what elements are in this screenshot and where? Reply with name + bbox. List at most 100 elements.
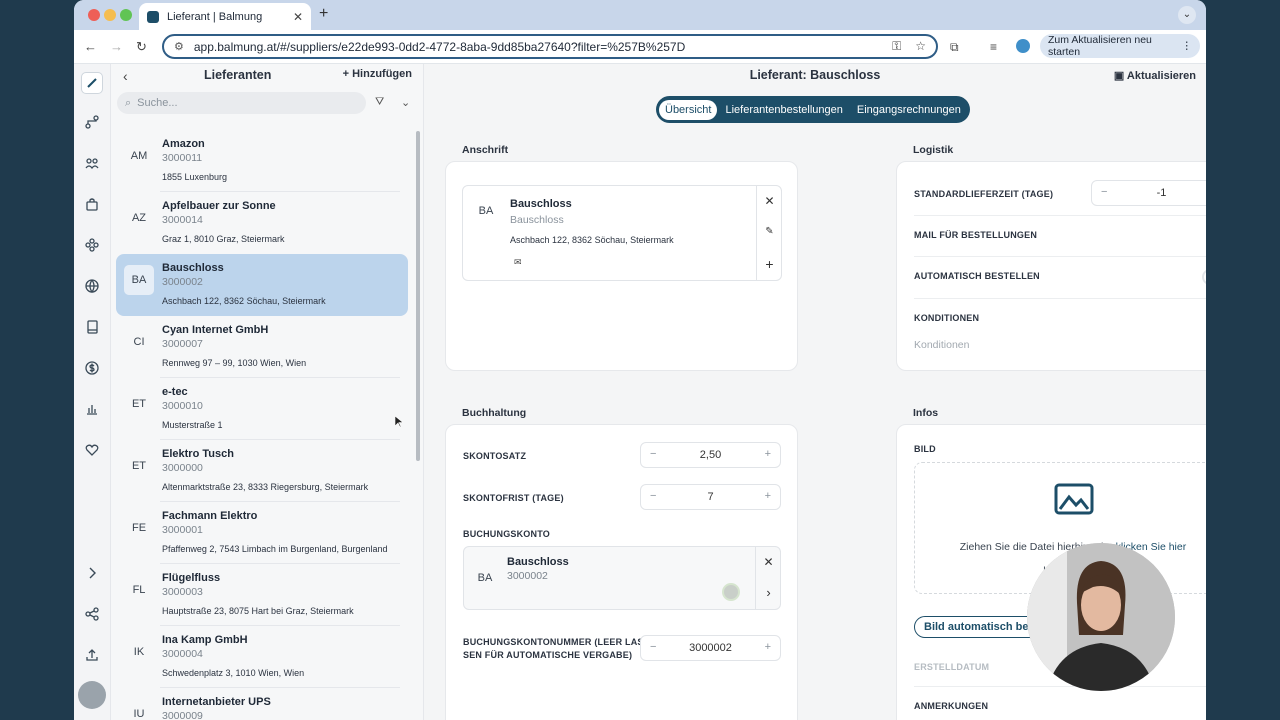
- expand-chevron-icon[interactable]: [82, 563, 102, 583]
- plus-icon[interactable]: +: [765, 641, 771, 653]
- key-icon[interactable]: ⚿: [892, 39, 901, 54]
- item-abbr: ET: [131, 398, 147, 410]
- close-window-button[interactable]: [88, 9, 100, 21]
- tab-title: Lieferant | Balmung: [167, 10, 263, 23]
- maximize-window-button[interactable]: [120, 9, 132, 21]
- item-number: 3000004: [162, 648, 203, 660]
- url-text: app.balmung.at/#/suppliers/e22de993-0dd2…: [193, 39, 686, 54]
- refresh-label: Aktualisieren: [1126, 70, 1196, 82]
- refresh-button[interactable]: ▣ Aktualisieren: [1114, 69, 1196, 82]
- item-address: Hauptstraße 23, 8075 Hart bei Graz, Stei…: [162, 606, 354, 616]
- kontonummer-stepper[interactable]: − 3000002 +: [640, 635, 781, 661]
- anmerkungen-label: ANMERKUNGEN: [914, 701, 989, 711]
- search-input[interactable]: ⌕ Suche...: [117, 92, 366, 114]
- list-item-selected[interactable]: BA Bauschloss 3000002 Aschbach 122, 8362…: [116, 254, 408, 316]
- heart-icon[interactable]: [82, 440, 102, 460]
- book-icon[interactable]: [82, 317, 102, 337]
- forward-icon[interactable]: →: [110, 39, 123, 54]
- chevron-down-icon[interactable]: ⌄: [401, 96, 410, 109]
- skontofrist-stepper[interactable]: − 7 +: [640, 484, 781, 510]
- list-item[interactable]: ET e-tec 3000010 Musterstraße 1: [116, 378, 408, 440]
- kontonummer-value: 3000002: [689, 642, 732, 654]
- add-supplier-label: Hinzufügen: [352, 68, 412, 80]
- reload-icon[interactable]: ↻: [136, 39, 147, 55]
- toggle-knob: [1204, 271, 1206, 283]
- anschrift-heading: Anschrift: [462, 144, 509, 156]
- share-icon[interactable]: [82, 604, 102, 624]
- browser-tab[interactable]: Lieferant | Balmung ✕: [139, 3, 311, 30]
- item-number: 3000014: [162, 214, 203, 226]
- list-item[interactable]: ET Elektro Tusch 3000000 Altenmarktstraß…: [116, 440, 408, 502]
- tab-close-icon[interactable]: ✕: [293, 10, 303, 24]
- workflow-icon[interactable]: [82, 112, 102, 132]
- minimize-window-button[interactable]: [104, 9, 116, 21]
- plus-icon[interactable]: +: [765, 448, 771, 460]
- buchhaltung-card: SKONTOSATZ − 2,50 + SKONTOFRIST (TAGE) −…: [445, 424, 798, 720]
- buchhaltung-heading: Buchhaltung: [462, 407, 527, 419]
- list-item[interactable]: AZ Apfelbauer zur Sonne 3000014 Graz 1, …: [116, 192, 408, 254]
- chevron-right-icon[interactable]: ›: [756, 585, 781, 600]
- item-number: 3000007: [162, 338, 203, 350]
- webcam-overlay: [1027, 543, 1175, 691]
- edit-icon[interactable]: ✎: [757, 226, 782, 237]
- skontosatz-stepper[interactable]: − 2,50 +: [640, 442, 781, 468]
- skontofrist-value: 7: [707, 491, 714, 503]
- extensions-icon[interactable]: ⧉: [950, 40, 959, 55]
- tab-uebersicht[interactable]: Übersicht: [659, 99, 718, 120]
- mail-icon[interactable]: ✉: [514, 257, 522, 268]
- close-icon[interactable]: ✕: [757, 194, 782, 208]
- item-number: 3000010: [162, 400, 203, 412]
- user-avatar[interactable]: [78, 681, 106, 709]
- list-item[interactable]: FE Fachmann Elektro 3000001 Pfaffenweg 2…: [116, 502, 408, 564]
- image-placeholder-icon: [1054, 483, 1094, 515]
- upload-icon[interactable]: [82, 645, 102, 665]
- list-header: ‹ Lieferanten + Hinzufügen: [111, 64, 424, 90]
- buchungskonto-label: BUCHUNGSKONTO: [463, 529, 550, 539]
- lieferzeit-label: STANDARDLIEFERZEIT (TAGE): [914, 189, 1054, 199]
- more-menu-icon[interactable]: ⋮: [1182, 40, 1193, 52]
- close-icon[interactable]: ✕: [756, 555, 781, 569]
- balmung-logo-icon[interactable]: [81, 72, 103, 94]
- list-scrollbar[interactable]: [416, 131, 420, 461]
- item-abbr: ET: [131, 460, 147, 472]
- page-title: Lieferant: Bauschloss: [749, 68, 881, 82]
- list-item[interactable]: IU Internetanbieter UPS 3000009: [116, 688, 408, 720]
- item-name: Cyan Internet GmbH: [162, 324, 269, 336]
- globe-icon[interactable]: [82, 276, 102, 296]
- contacts-icon[interactable]: [82, 153, 102, 173]
- back-icon[interactable]: ←: [84, 39, 97, 54]
- chevron-left-icon[interactable]: ‹: [123, 68, 128, 84]
- item-name: Flügelfluss: [162, 572, 221, 584]
- list-item[interactable]: CI Cyan Internet GmbH 3000007 Rennweg 97…: [116, 316, 408, 378]
- item-name: Internetanbieter UPS: [162, 696, 271, 708]
- auto-bestellen-toggle[interactable]: [1202, 269, 1206, 285]
- shopping-bag-icon[interactable]: [82, 194, 102, 214]
- modules-icon[interactable]: [82, 235, 102, 255]
- konditionen-input[interactable]: Konditionen: [914, 339, 969, 351]
- list-item[interactable]: AM Amazon 3000011 1855 Luxenburg: [116, 130, 408, 192]
- filter-icon[interactable]: ⛛: [375, 96, 384, 109]
- bookmark-star-icon[interactable]: ☆: [915, 39, 926, 54]
- list-item[interactable]: IK Ina Kamp GmbH 3000004 Schwedenplatz 3…: [116, 626, 408, 688]
- list-item[interactable]: FL Flügelfluss 3000003 Hauptstraße 23, 8…: [116, 564, 408, 626]
- new-tab-icon[interactable]: +: [319, 5, 328, 23]
- search-icon: ⌕: [125, 96, 132, 109]
- tab-eingangsrechnungen[interactable]: Eingangsrechnungen: [851, 100, 967, 120]
- add-supplier-button[interactable]: + Hinzufügen: [343, 68, 412, 80]
- address-bar[interactable]: ⚙ app.balmung.at/#/suppliers/e22de993-0d…: [162, 34, 938, 59]
- item-abbr: FL: [132, 584, 146, 596]
- site-settings-icon[interactable]: ⚙: [174, 40, 184, 53]
- plus-icon[interactable]: +: [765, 490, 771, 502]
- divider: [914, 298, 1206, 299]
- media-control-icon[interactable]: ≡: [990, 40, 997, 54]
- lieferzeit-stepper[interactable]: − -1 +: [1091, 180, 1206, 206]
- bild-label: BILD: [914, 444, 936, 454]
- tab-lieferantenbestellungen[interactable]: Lieferantenbestellungen: [719, 100, 848, 120]
- restart-update-button[interactable]: Zum Aktualisieren neu starten ⋮: [1040, 34, 1200, 58]
- finance-icon[interactable]: [82, 358, 102, 378]
- tab-strip: Lieferant | Balmung ✕ + ⌄: [74, 0, 1206, 30]
- profile-icon[interactable]: [1016, 39, 1030, 53]
- tab-search-icon[interactable]: ⌄: [1178, 6, 1196, 24]
- bar-chart-icon[interactable]: [82, 399, 102, 419]
- add-icon[interactable]: +: [757, 256, 782, 272]
